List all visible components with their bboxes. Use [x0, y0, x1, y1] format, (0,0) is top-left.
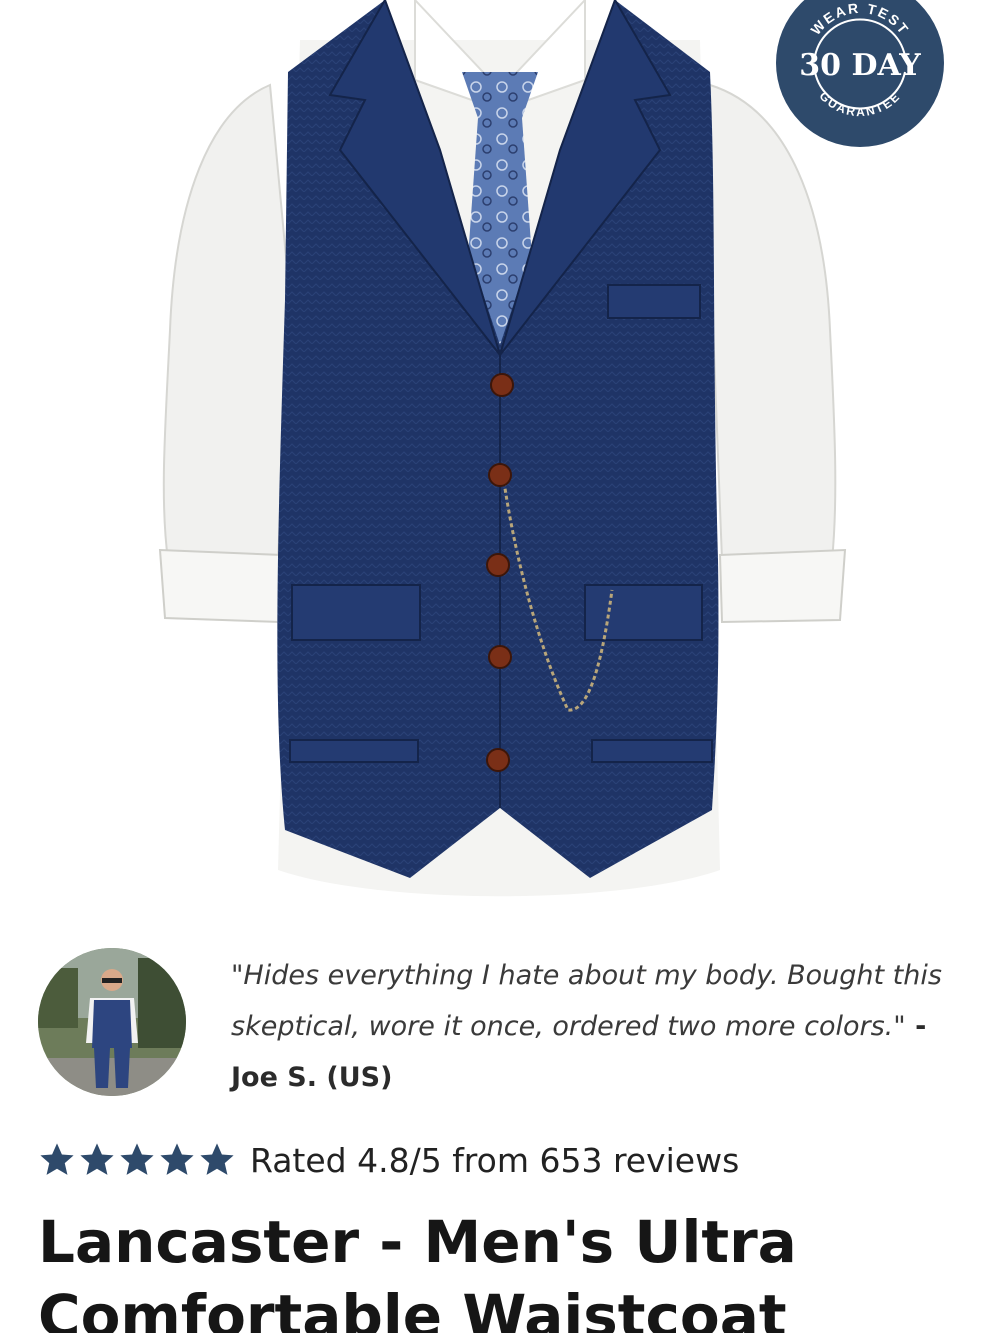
- avatar: [38, 948, 186, 1096]
- badge-main-text: 30 DAY: [799, 48, 921, 83]
- review-quote: "Hides everything I hate about my body. …: [231, 950, 966, 1103]
- review-quote-text: "Hides everything I hate about my body. …: [231, 960, 942, 1042]
- product-title: Lancaster - Men's Ultra Comfortable Wais…: [38, 1208, 797, 1333]
- star-icon: [120, 1143, 154, 1175]
- reviewer-photo: [38, 948, 186, 1096]
- star-icon: [80, 1143, 114, 1175]
- star-icon: [40, 1143, 74, 1175]
- star-rating: [38, 1141, 236, 1179]
- guarantee-badge: WEAR TEST 30 DAY GUARANTEE: [776, 0, 944, 147]
- star-icon: [200, 1143, 234, 1175]
- star-icon: [160, 1143, 194, 1175]
- product-image[interactable]: WEAR TEST 30 DAY GUARANTEE: [0, 0, 1000, 930]
- rating-summary[interactable]: Rated 4.8/5 from 653 reviews: [38, 1138, 739, 1182]
- rating-text: Rated 4.8/5 from 653 reviews: [250, 1140, 740, 1180]
- customer-review: "Hides everything I hate about my body. …: [38, 948, 968, 1098]
